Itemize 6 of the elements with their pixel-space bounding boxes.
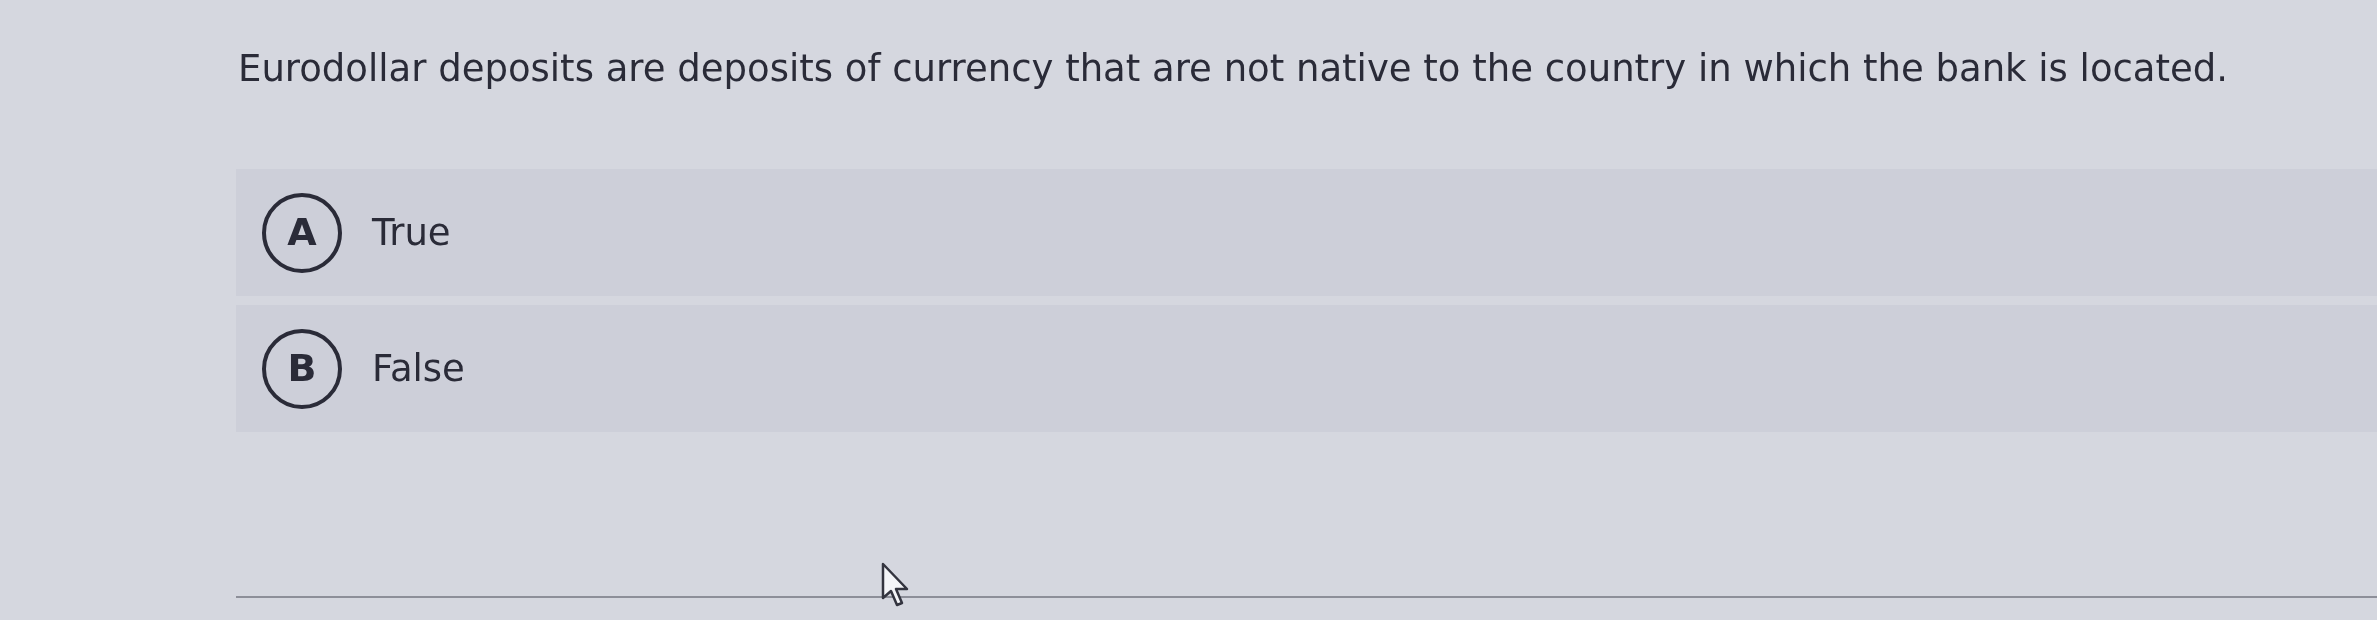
question-text: Eurodollar deposits are deposits of currency that are not native to the country in which the bank is located. <box>237 46 2229 92</box>
mouse-pointer-icon <box>881 562 909 607</box>
option-letter: B <box>262 328 342 409</box>
answer-option[interactable]: A True <box>236 169 2377 296</box>
option-letter: A <box>262 192 342 273</box>
answer-option[interactable]: B False <box>236 305 2377 432</box>
